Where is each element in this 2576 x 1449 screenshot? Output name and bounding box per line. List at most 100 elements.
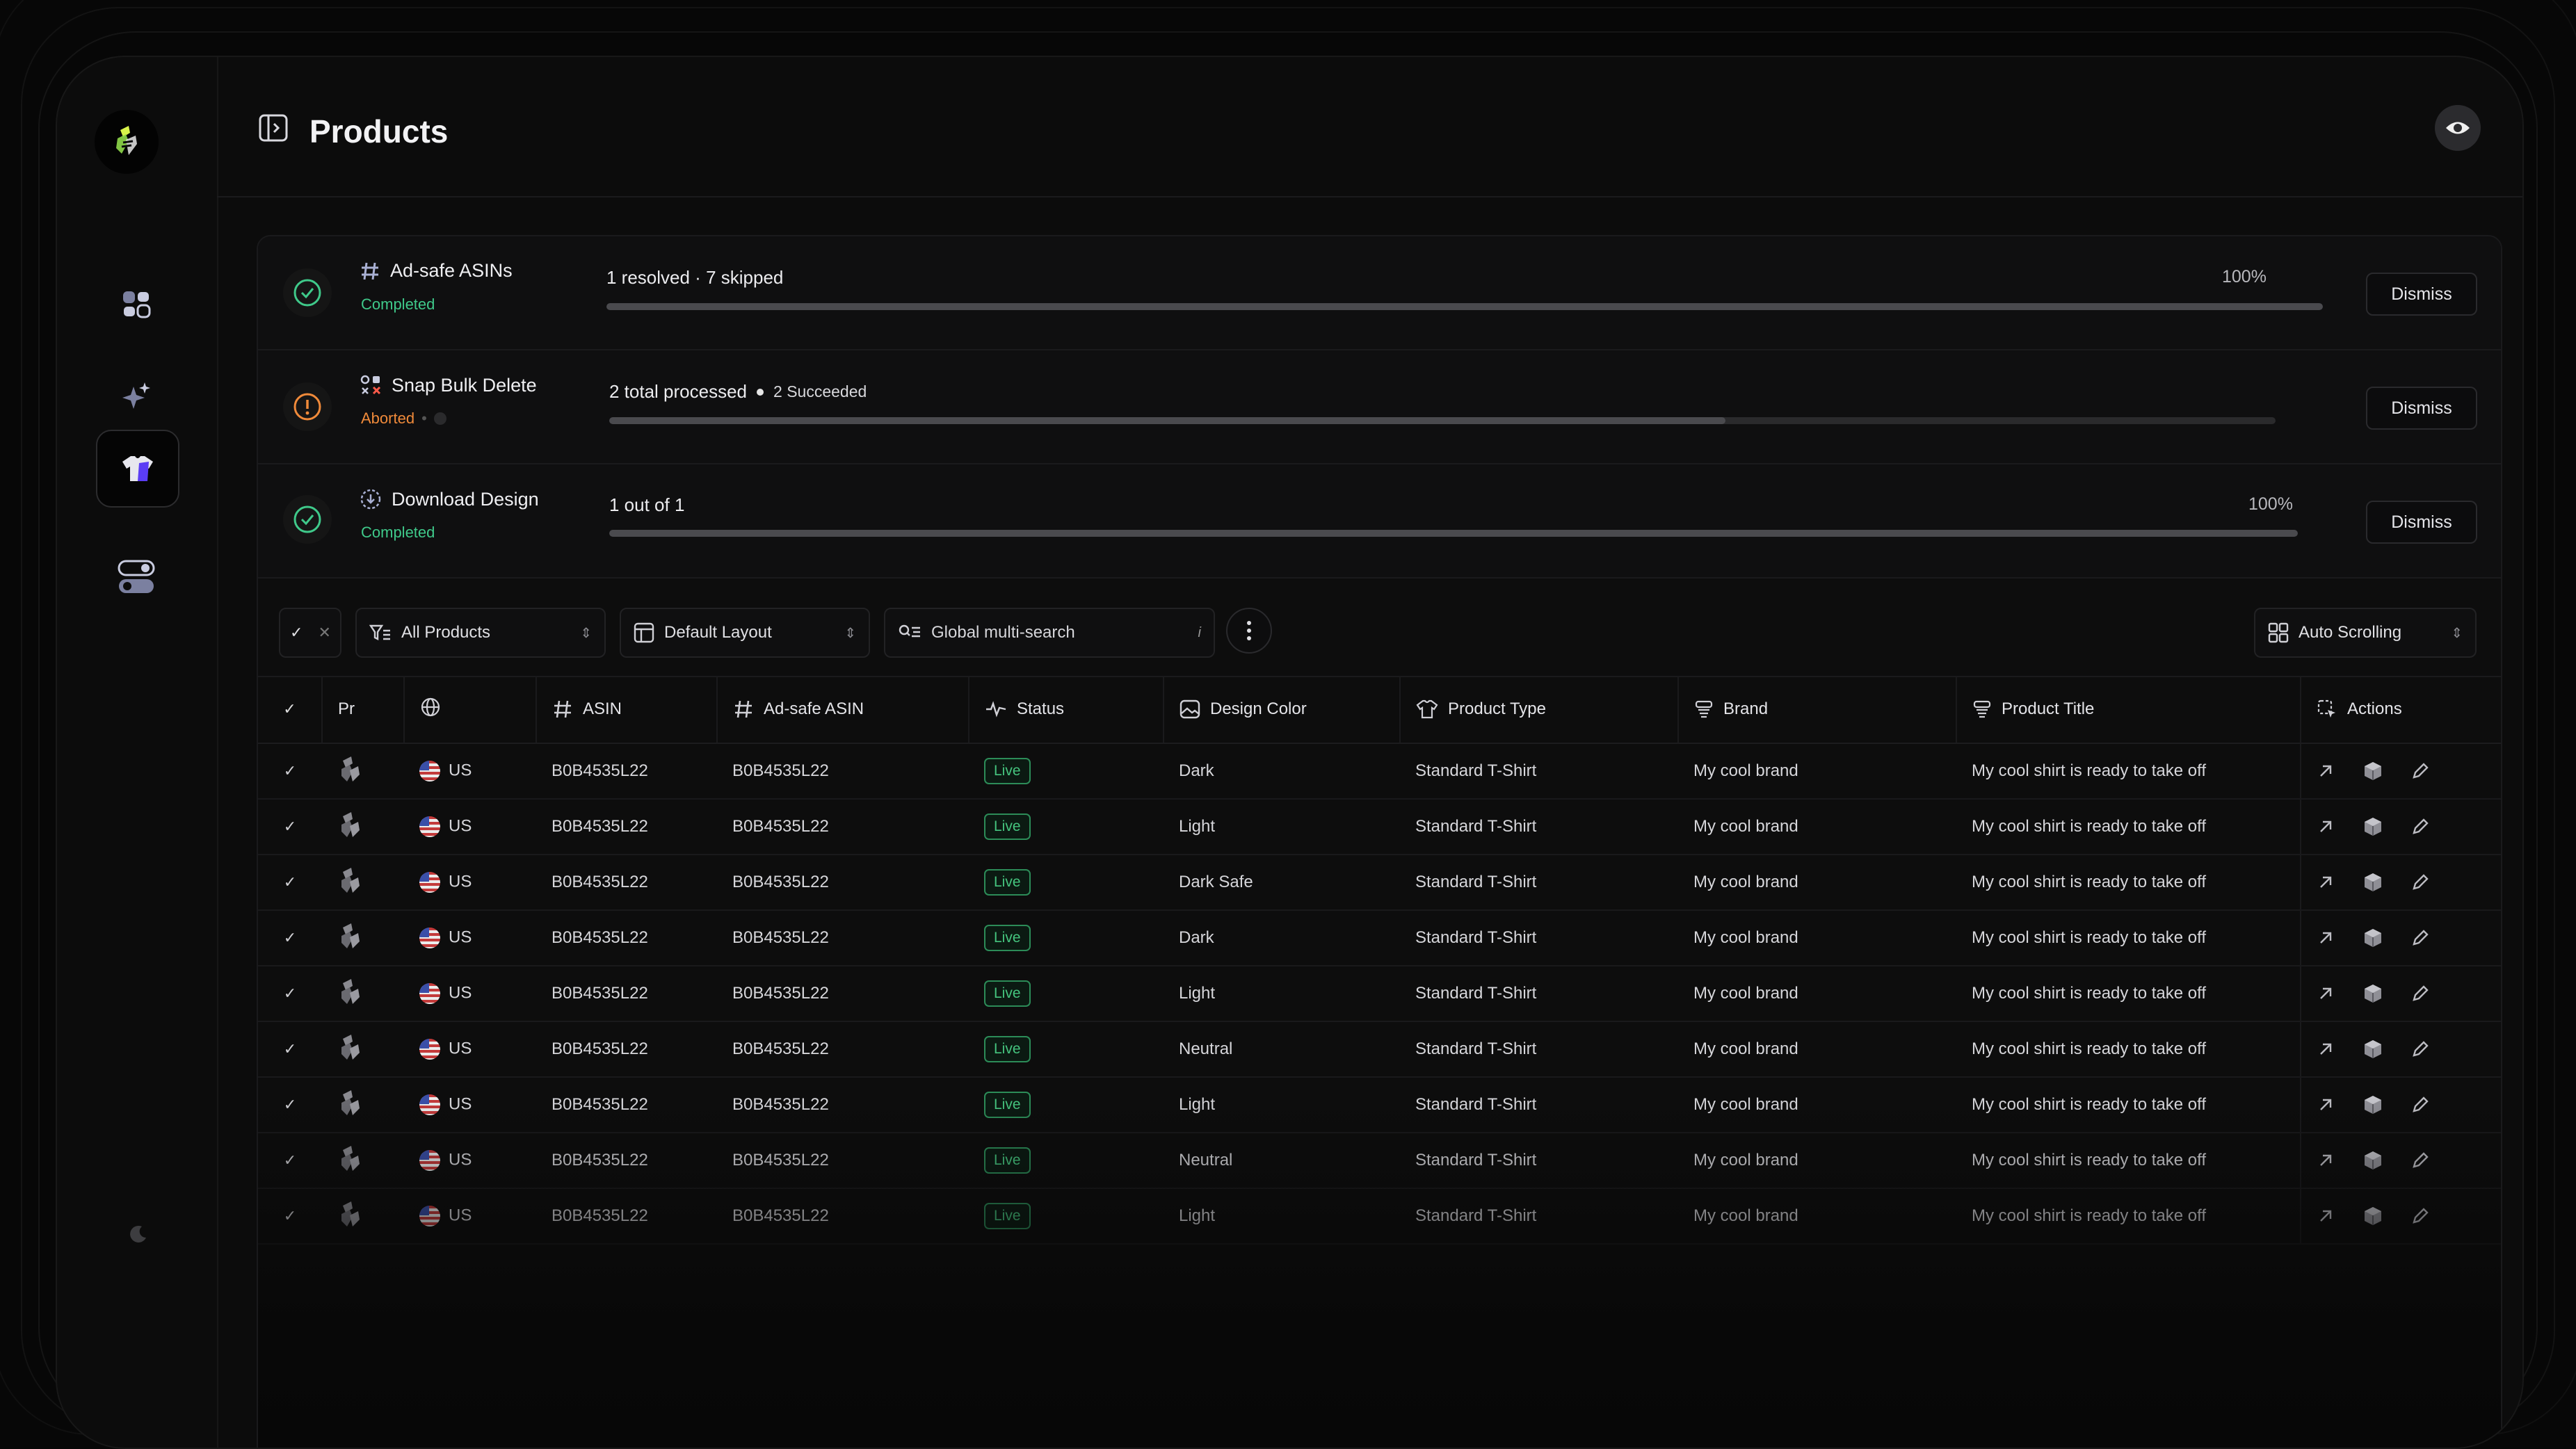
- dismiss-button[interactable]: Dismiss: [2366, 273, 2477, 316]
- arrow-up-right-icon[interactable]: [2317, 1096, 2335, 1114]
- selection-toggle[interactable]: ✓ ✕: [279, 608, 341, 658]
- arrow-up-right-icon[interactable]: [2317, 1151, 2335, 1169]
- product-thumbnail[interactable]: [322, 855, 404, 911]
- status-badge: Live: [984, 758, 1031, 784]
- product-design-icon: [341, 867, 360, 893]
- select-all-checkbox[interactable]: ✓: [258, 676, 323, 744]
- nav-settings[interactable]: [96, 540, 177, 615]
- pencil-icon[interactable]: [2411, 1207, 2429, 1225]
- visibility-button[interactable]: [2435, 105, 2481, 151]
- product-thumbnail[interactable]: [322, 799, 404, 855]
- product-thumbnail[interactable]: [322, 743, 404, 800]
- panel-toggle-icon[interactable]: [259, 114, 288, 145]
- task-summary: 2 total processed 2 Succeeded: [609, 381, 867, 403]
- product-thumbnail[interactable]: [322, 1188, 404, 1245]
- cube-icon[interactable]: [2362, 1094, 2383, 1115]
- product-thumbnail[interactable]: [322, 1077, 404, 1133]
- cube-icon[interactable]: [2362, 761, 2383, 782]
- arrow-up-right-icon[interactable]: [2317, 818, 2335, 836]
- product-thumbnail[interactable]: [322, 966, 404, 1022]
- product-thumbnail[interactable]: [322, 1133, 404, 1189]
- us-flag-icon: [419, 816, 440, 837]
- arrow-up-right-icon[interactable]: [2317, 985, 2335, 1003]
- row-checkbox[interactable]: ✓: [258, 799, 322, 855]
- sidebar: [57, 57, 218, 1448]
- logo-icon[interactable]: [95, 110, 159, 174]
- pencil-icon[interactable]: [2411, 762, 2429, 780]
- info-icon[interactable]: i: [1198, 625, 1201, 641]
- dismiss-button[interactable]: Dismiss: [2366, 387, 2477, 430]
- header: Products: [217, 57, 2522, 197]
- arrow-up-right-icon[interactable]: [2317, 762, 2335, 780]
- page-title: Products: [309, 113, 449, 149]
- table-row[interactable]: ✓ US B0B4535L22 B0B4535L22 Live Dark Sta…: [258, 910, 2501, 966]
- arrow-up-right-icon[interactable]: [2317, 873, 2335, 891]
- table-row[interactable]: ✓ US B0B4535L22 B0B4535L22 Live Dark Saf…: [258, 855, 2501, 911]
- column-product-type[interactable]: Product Type: [1400, 676, 1679, 744]
- nav-products[interactable]: [96, 430, 179, 508]
- task-percent: 100%: [2222, 267, 2267, 286]
- pencil-icon[interactable]: [2411, 1151, 2429, 1169]
- row-checkbox[interactable]: ✓: [258, 910, 322, 966]
- cube-icon[interactable]: [2362, 872, 2383, 893]
- info-icon[interactable]: [433, 412, 446, 425]
- marketplace-cell: US: [404, 910, 536, 966]
- table-row[interactable]: ✓ US B0B4535L22 B0B4535L22 Live Light St…: [258, 1077, 2501, 1133]
- column-product[interactable]: Pr: [322, 676, 405, 744]
- table-row[interactable]: ✓ US B0B4535L22 B0B4535L22 Live Light St…: [258, 799, 2501, 855]
- column-asin[interactable]: ASIN: [536, 676, 718, 744]
- column-marketplace[interactable]: [404, 676, 537, 744]
- pencil-icon[interactable]: [2411, 1040, 2429, 1058]
- column-brand[interactable]: Brand: [1678, 676, 1957, 744]
- asin-cell: B0B4535L22: [536, 743, 717, 800]
- arrow-up-right-icon[interactable]: [2317, 1040, 2335, 1058]
- moon-icon[interactable]: [128, 1224, 149, 1248]
- row-checkbox[interactable]: ✓: [258, 743, 322, 800]
- product-thumbnail[interactable]: [322, 910, 404, 966]
- table-row[interactable]: ✓ US B0B4535L22 B0B4535L22 Live Neutral …: [258, 1021, 2501, 1078]
- more-options-button[interactable]: [1226, 608, 1272, 654]
- dismiss-button[interactable]: Dismiss: [2366, 501, 2477, 544]
- cube-icon[interactable]: [2362, 1206, 2383, 1227]
- eye-icon: [2446, 122, 2470, 134]
- layout-select[interactable]: Default Layout ⇕: [620, 608, 870, 658]
- pencil-icon[interactable]: [2411, 929, 2429, 947]
- auto-scroll-select[interactable]: Auto Scrolling ⇕: [2254, 608, 2477, 658]
- asin-cell: B0B4535L22: [536, 1188, 717, 1245]
- nav-ai-tools[interactable]: [96, 359, 177, 434]
- column-product-title[interactable]: Product Title: [1956, 676, 2301, 744]
- asin-cell: B0B4535L22: [536, 1021, 717, 1078]
- pencil-icon[interactable]: [2411, 985, 2429, 1003]
- cube-icon[interactable]: [2362, 983, 2383, 1004]
- arrow-up-right-icon[interactable]: [2317, 1207, 2335, 1225]
- table-header-row: ✓ Pr ASIN Ad-safe ASIN Status Design Col…: [258, 676, 2501, 744]
- row-checkbox[interactable]: ✓: [258, 1133, 322, 1189]
- adsafe-asin-cell: B0B4535L22: [717, 1021, 969, 1078]
- column-design-color[interactable]: Design Color: [1164, 676, 1401, 744]
- table-row[interactable]: ✓ US B0B4535L22 B0B4535L22 Live Light St…: [258, 966, 2501, 1022]
- row-checkbox[interactable]: ✓: [258, 1188, 322, 1245]
- global-search-input[interactable]: Global multi-search i: [884, 608, 1215, 658]
- arrow-up-right-icon[interactable]: [2317, 929, 2335, 947]
- product-thumbnail[interactable]: [322, 1021, 404, 1078]
- row-checkbox[interactable]: ✓: [258, 1021, 322, 1078]
- cube-icon[interactable]: [2362, 928, 2383, 948]
- row-checkbox[interactable]: ✓: [258, 1077, 322, 1133]
- table-row[interactable]: ✓ US B0B4535L22 B0B4535L22 Live Light St…: [258, 1188, 2501, 1245]
- column-label: Status: [1017, 699, 1065, 718]
- cube-icon[interactable]: [2362, 1039, 2383, 1060]
- pencil-icon[interactable]: [2411, 818, 2429, 836]
- nav-dashboard[interactable]: [96, 267, 177, 342]
- column-adsafe-asin[interactable]: Ad-safe ASIN: [717, 676, 969, 744]
- pencil-icon[interactable]: [2411, 873, 2429, 891]
- table-row[interactable]: ✓ US B0B4535L22 B0B4535L22 Live Neutral …: [258, 1133, 2501, 1189]
- cube-icon[interactable]: [2362, 816, 2383, 837]
- row-checkbox[interactable]: ✓: [258, 855, 322, 911]
- cube-icon[interactable]: [2362, 1150, 2383, 1171]
- task-name: Download Design: [392, 488, 539, 510]
- row-checkbox[interactable]: ✓: [258, 966, 322, 1022]
- pencil-icon[interactable]: [2411, 1096, 2429, 1114]
- column-status[interactable]: Status: [969, 676, 1164, 744]
- product-filter-select[interactable]: All Products ⇕: [355, 608, 606, 658]
- table-row[interactable]: ✓ US B0B4535L22 B0B4535L22 Live Dark Sta…: [258, 743, 2501, 800]
